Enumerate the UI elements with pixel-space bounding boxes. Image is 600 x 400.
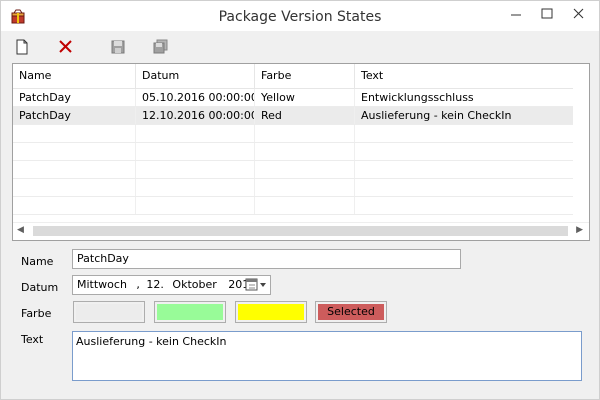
scroll-right-icon[interactable]: ▶ bbox=[576, 225, 583, 235]
column-header-name[interactable]: Name bbox=[13, 64, 136, 88]
text-input[interactable]: Auslieferung - kein CheckIn bbox=[72, 331, 582, 381]
color-swatch-green[interactable] bbox=[154, 301, 226, 323]
date-picker[interactable]: Mittwoch , 12. Oktober 2016 bbox=[72, 275, 271, 295]
delete-x-icon[interactable] bbox=[57, 38, 75, 56]
color-swatch-red-selected[interactable]: Selected bbox=[315, 301, 387, 323]
horizontal-scrollbar[interactable]: ◀ ▶ bbox=[13, 222, 589, 240]
cell-farbe: Yellow bbox=[255, 89, 355, 106]
minimize-button[interactable] bbox=[501, 1, 531, 27]
new-document-icon[interactable] bbox=[13, 38, 31, 56]
color-swatch-default[interactable] bbox=[73, 301, 145, 323]
cell-datum: 05.10.2016 00:00:00 bbox=[136, 89, 255, 106]
datum-label: Datum bbox=[21, 281, 59, 294]
cell-text: Entwicklungsschluss bbox=[361, 91, 474, 104]
cell-text: Auslieferung - kein CheckIn bbox=[361, 109, 512, 122]
empty-row bbox=[13, 125, 573, 143]
farbe-label: Farbe bbox=[21, 307, 52, 320]
empty-row bbox=[13, 143, 573, 161]
empty-row bbox=[13, 179, 573, 197]
cell-name: PatchDay bbox=[13, 89, 136, 106]
maximize-button[interactable] bbox=[532, 1, 562, 27]
column-header-datum[interactable]: Datum bbox=[136, 64, 255, 88]
empty-row bbox=[13, 161, 573, 179]
toolbar bbox=[1, 31, 599, 61]
package-states-grid[interactable]: Name Datum Farbe Text PatchDay 05.10.201… bbox=[12, 63, 590, 241]
calendar-dropdown-icon[interactable] bbox=[244, 277, 268, 293]
cell-farbe: Red bbox=[255, 107, 355, 124]
date-separator: , bbox=[136, 278, 140, 291]
save-all-icon[interactable] bbox=[151, 38, 169, 56]
close-button[interactable] bbox=[564, 1, 594, 27]
table-row-selected[interactable]: PatchDay 12.10.2016 00:00:00 Red Auslief… bbox=[13, 107, 573, 125]
cell-name: PatchDay bbox=[13, 107, 136, 124]
title-bar: Package Version States bbox=[1, 1, 599, 31]
scroll-thumb[interactable] bbox=[33, 226, 568, 236]
date-weekday[interactable]: Mittwoch bbox=[77, 276, 127, 294]
empty-row bbox=[13, 197, 573, 215]
table-row[interactable]: PatchDay 05.10.2016 00:00:00 Yellow Entw… bbox=[13, 89, 573, 107]
package-version-states-window: Package Version States Name Datum Farbe … bbox=[0, 0, 600, 400]
vertical-scroll-area[interactable] bbox=[573, 64, 589, 222]
date-month[interactable]: Oktober bbox=[172, 276, 216, 294]
scroll-left-icon[interactable]: ◀ bbox=[17, 225, 24, 235]
name-label: Name bbox=[21, 255, 54, 268]
save-disk-icon[interactable] bbox=[109, 38, 127, 56]
grid-header: Name Datum Farbe Text bbox=[13, 64, 573, 89]
column-header-text[interactable]: Text bbox=[355, 64, 573, 88]
cell-datum: 12.10.2016 00:00:00 bbox=[136, 107, 255, 124]
name-input[interactable]: PatchDay bbox=[72, 249, 461, 269]
date-day[interactable]: 12. bbox=[146, 276, 164, 294]
grid-rows: PatchDay 05.10.2016 00:00:00 Yellow Entw… bbox=[13, 89, 573, 215]
text-label: Text bbox=[21, 333, 44, 346]
column-header-farbe[interactable]: Farbe bbox=[255, 64, 355, 88]
color-swatch-yellow[interactable] bbox=[235, 301, 307, 323]
